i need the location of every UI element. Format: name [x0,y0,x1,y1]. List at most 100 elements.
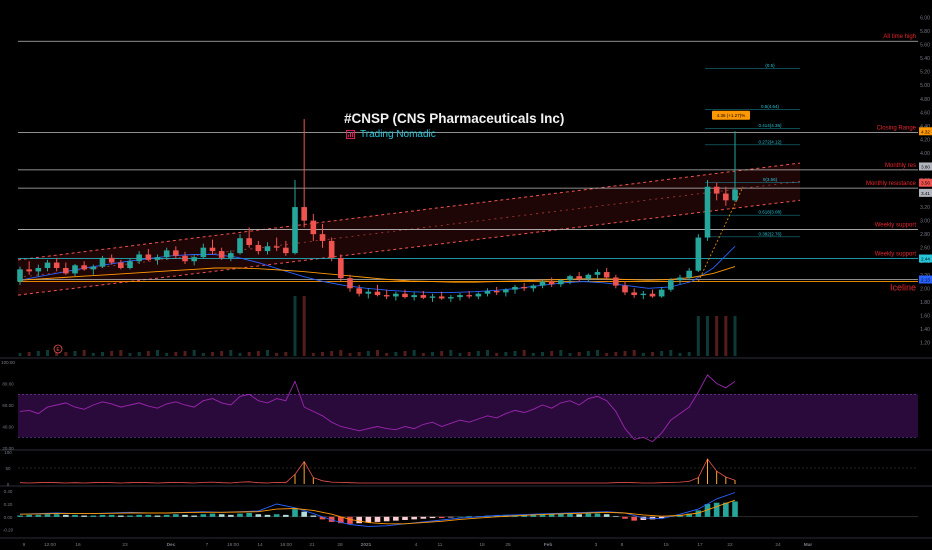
volume-bar [165,353,169,356]
volume-bar [632,350,636,356]
price-axis-badge-label: 3.80 [921,164,930,169]
candle [585,274,592,279]
macd-histogram-bar [732,501,738,517]
price-axis-tick: 3.20 [920,205,930,211]
candle [668,280,674,290]
candle [713,186,720,194]
macd-histogram-bar [622,516,628,519]
macd-histogram-bar [163,514,170,517]
volume-bar [247,352,251,356]
price-axis-badge-label: 3.41 [921,191,930,196]
volume-bar [119,350,123,356]
time-axis-tick: 28 [337,542,343,548]
volume-bar [486,350,489,356]
time-axis-tick: 15 [663,542,669,548]
price-axis-tick: 1.20 [920,340,930,346]
price-axis-tick: 1.40 [920,327,930,333]
candle [319,234,326,241]
candle [686,270,692,278]
volume-bar [641,353,645,356]
volume-bar [229,350,233,356]
candle [402,293,408,298]
macd-histogram-bar [145,514,152,517]
volume-bar [531,353,535,356]
candle [622,285,628,293]
volume-bar [174,352,178,356]
candle [237,238,243,254]
volume-bar [110,351,114,356]
price-axis-tick: 4.20 [920,137,930,143]
candle [603,272,610,278]
candle [411,295,417,298]
candle [209,247,216,252]
volume-bar [55,353,59,356]
volume-bar [211,352,214,356]
volume-bar [715,316,719,356]
candle [438,296,445,299]
candle [732,189,738,201]
macd-histogram-bar [35,514,42,517]
volume-bar [256,351,260,356]
volume-bar [678,353,682,356]
volume-bar [421,353,425,356]
time-axis-tick: Dec [167,542,176,548]
price-axis-tick: 5.00 [920,83,930,89]
author-name: Trading Nomadic [360,129,436,140]
macd-histogram-bar [402,516,408,520]
candle [704,186,711,238]
candle [383,295,390,297]
time-axis-tick: 7 [206,542,209,548]
vol-axis-tick: 100 [4,450,12,455]
macd-histogram-bar [613,516,619,517]
volume-bar [504,352,508,356]
candle [338,257,344,279]
time-axis-tick: 2021 [361,542,372,548]
macd-histogram-bar [429,516,436,519]
macd-histogram-bar [136,514,142,517]
macd-histogram-bar [723,502,729,517]
volume-bar [366,351,370,356]
time-axis-tick: 21 [309,542,315,548]
volume-bar [156,350,159,356]
volume-bar [660,351,664,356]
fib-label: 0.5(4.64) [761,104,780,109]
candle [640,293,647,296]
candle [53,262,60,268]
volume-bar [321,352,324,356]
candle [457,295,463,298]
volume-bar [522,350,526,356]
chart-title: #CNSP (CNS Pharmaceuticals Inc) [344,111,565,126]
candle [173,250,179,256]
candle [658,289,665,297]
candle [576,276,582,279]
volume-bar [724,316,728,356]
macd-histogram-bar [63,514,69,517]
macd-histogram-bar [209,513,216,517]
volume-bar [476,351,480,356]
volume-bar [403,351,407,356]
level-label: Weekly support [875,252,917,258]
candle [548,281,555,285]
chart-canvas[interactable]: All time high Closing Range Monthly res Mon… [0,0,932,550]
volume-bar [577,352,581,356]
volume-bar [266,350,269,356]
candle [493,291,500,293]
volume-bar [128,353,132,356]
volume-bar [183,351,187,356]
fib-label: 0.382(2.76) [758,231,782,236]
macd-histogram-bar [347,516,353,524]
candle [255,244,262,252]
volume-bar [137,352,141,356]
volume-bar [733,316,737,356]
macd-histogram-bar [53,514,60,517]
volume-bar [220,351,224,356]
volume-bar [275,353,279,356]
time-axis-tick: 23 [122,542,128,548]
candle [365,291,372,294]
volume-bar [541,352,544,356]
macd-axis-tick: 0.40 [4,489,13,494]
volume-bar [458,353,462,356]
author-tag[interactable]: Trading Nomadic [346,129,436,140]
macd-histogram-bar [218,514,225,517]
candle [521,286,527,289]
